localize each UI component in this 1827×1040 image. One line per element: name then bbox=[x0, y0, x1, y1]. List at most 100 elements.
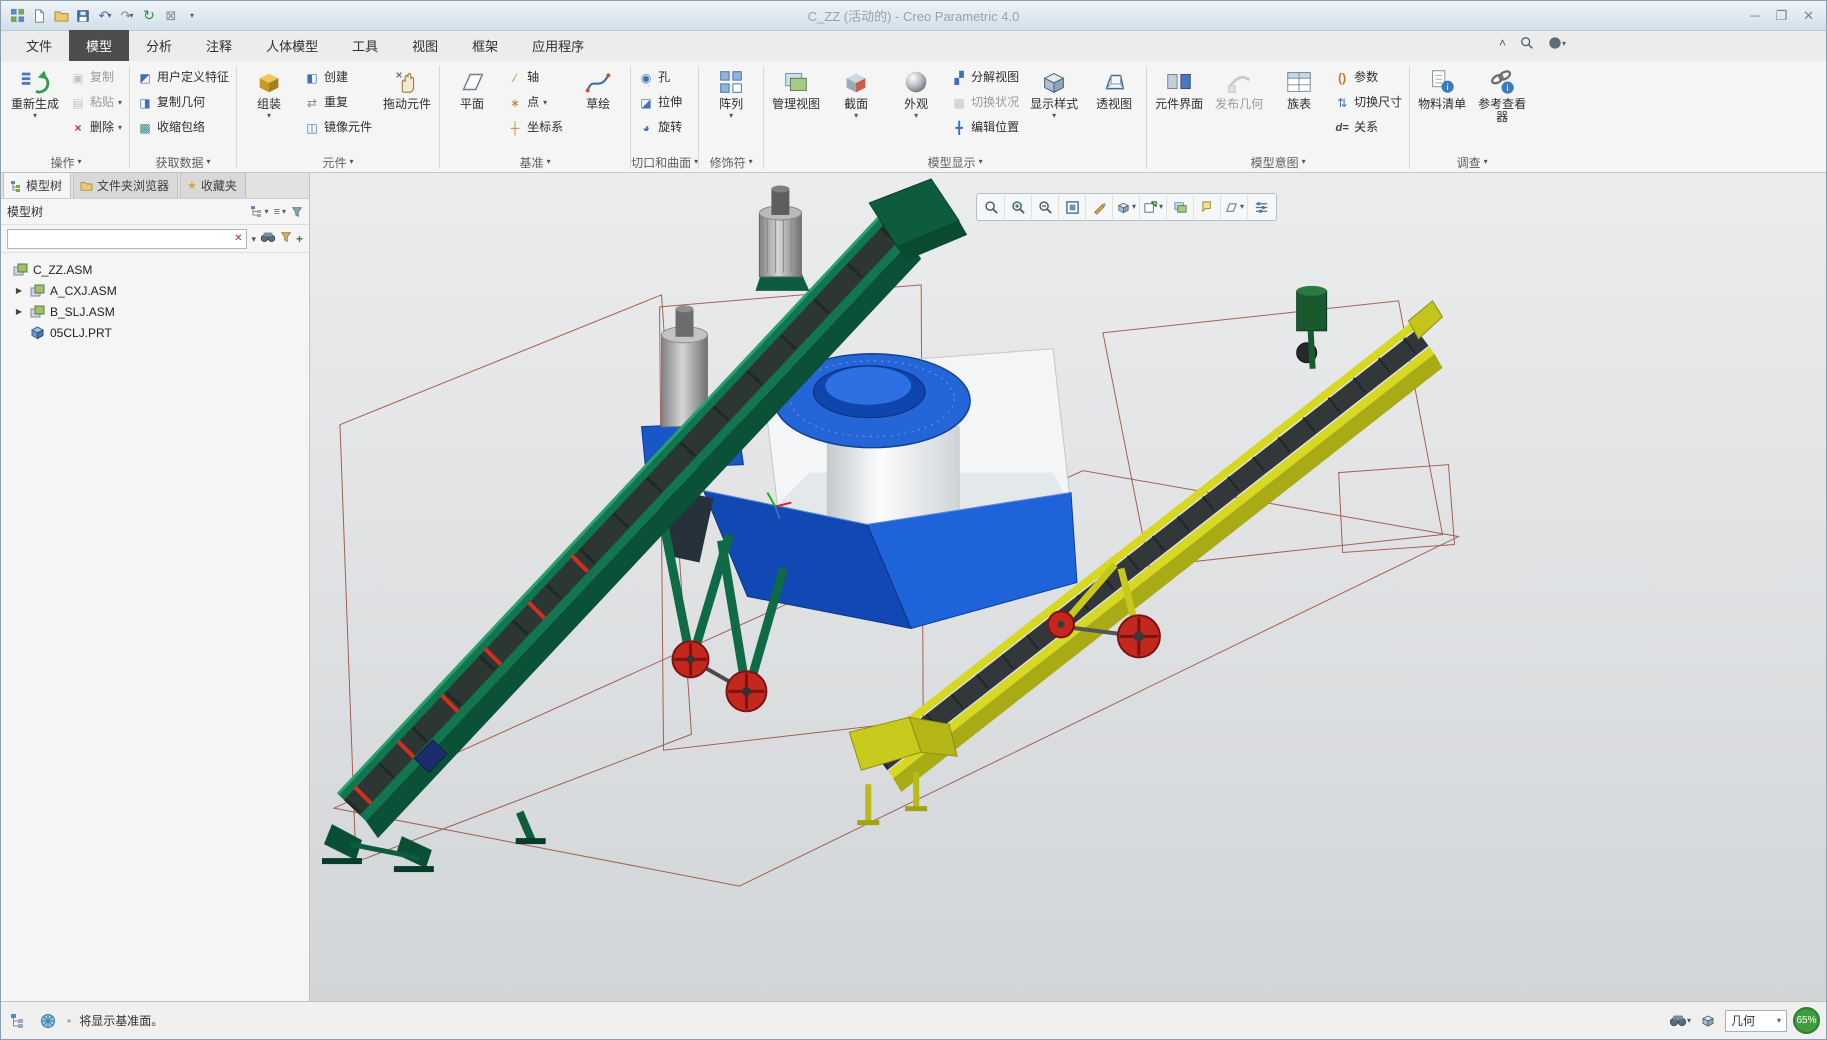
display-style-button[interactable]: 显示样式 ▾ bbox=[1025, 65, 1083, 149]
edit-position-button[interactable]: ╋ 编辑位置 bbox=[947, 115, 1023, 140]
tab-file[interactable]: 文件 bbox=[9, 30, 69, 61]
family-table-button[interactable]: 族表 bbox=[1270, 65, 1328, 149]
parameters-button[interactable]: () 参数 bbox=[1330, 65, 1406, 90]
exploded-view-button[interactable]: ▞ 分解视图 bbox=[947, 65, 1023, 90]
shrinkwrap-button[interactable]: ▩ 收缩包络 bbox=[133, 115, 233, 140]
close-window-icon[interactable]: ⊠ bbox=[161, 6, 181, 26]
connection-menu-icon[interactable]: ▾ bbox=[1548, 36, 1566, 50]
appearance-button[interactable]: 外观 ▾ bbox=[887, 65, 945, 149]
tab-framework[interactable]: 框架 bbox=[455, 30, 515, 61]
extrude-button[interactable]: ◪ 拉伸 bbox=[634, 90, 686, 115]
datum-axis-button[interactable]: ∕ 轴 bbox=[503, 65, 567, 90]
command-search-icon[interactable] bbox=[1520, 36, 1534, 50]
sketch-button[interactable]: 草绘 bbox=[569, 65, 627, 149]
model-canvas[interactable] bbox=[310, 173, 1826, 1002]
chevron-down-icon[interactable]: ▾ bbox=[107, 11, 111, 20]
clear-search-icon[interactable]: ✕ bbox=[234, 233, 242, 244]
zoom-out-button[interactable] bbox=[1032, 195, 1059, 219]
tree-filter-button[interactable] bbox=[280, 231, 292, 246]
drag-components-button[interactable]: 拖动元件 bbox=[378, 65, 436, 149]
group-label-modifiers[interactable]: 修饰符▾ bbox=[699, 152, 763, 172]
close-button[interactable]: ✕ bbox=[1803, 8, 1814, 24]
regenerate-quick-icon[interactable]: ↻ bbox=[139, 6, 159, 26]
redo-icon[interactable]: ↷▾ bbox=[117, 6, 137, 26]
yellow-conveyor-wheel-small[interactable] bbox=[1048, 611, 1074, 637]
expand-arrow-icon[interactable]: ▶ bbox=[13, 286, 25, 295]
model-tree-toggle-button[interactable] bbox=[7, 1010, 29, 1032]
save-icon[interactable] bbox=[73, 6, 93, 26]
mirror-component-button[interactable]: ◫ 镜像元件 bbox=[300, 115, 376, 140]
display-style-button[interactable]: ▾ bbox=[1113, 195, 1140, 219]
undo-icon[interactable]: ↶▾ bbox=[95, 6, 115, 26]
customize-qat-icon[interactable]: ▾ bbox=[183, 6, 203, 26]
tab-tools[interactable]: 工具 bbox=[335, 30, 395, 61]
group-label-cut-surface[interactable]: 切口和曲面▾ bbox=[631, 152, 698, 172]
component-interface-button[interactable]: 元件界面 bbox=[1150, 65, 1208, 149]
group-label-investigate[interactable]: 调查▾ bbox=[1410, 152, 1534, 172]
tab-view[interactable]: 视图 bbox=[395, 30, 455, 61]
annotations-button[interactable] bbox=[1194, 195, 1221, 219]
green-conveyor-wheel[interactable] bbox=[673, 641, 709, 677]
group-label-model-display[interactable]: 模型显示▾ bbox=[764, 152, 1146, 172]
open-file-icon[interactable] bbox=[51, 6, 71, 26]
section-button[interactable]: 截面 ▾ bbox=[827, 65, 885, 149]
regenerate-button[interactable]: 重新生成 ▾ bbox=[6, 65, 64, 149]
minimize-ribbon-icon[interactable]: ˄ bbox=[1499, 36, 1506, 50]
saved-orientations-button[interactable]: ▾ bbox=[1140, 195, 1167, 219]
yellow-conveyor-wheel[interactable] bbox=[1118, 615, 1160, 657]
maximize-button[interactable]: ❐ bbox=[1775, 8, 1787, 24]
regeneration-status-badge[interactable]: 65% bbox=[1793, 1007, 1820, 1034]
udf-button[interactable]: ◩ 用户定义特征 bbox=[133, 65, 233, 90]
tab-annotate[interactable]: 注释 bbox=[189, 30, 249, 61]
tree-item[interactable]: ▶ B_SLJ.ASM bbox=[1, 301, 309, 322]
assemble-button[interactable]: 组装 ▾ bbox=[240, 65, 298, 149]
tab-model[interactable]: 模型 bbox=[69, 30, 129, 61]
copy-geometry-button[interactable]: ◨ 复制几何 bbox=[133, 90, 233, 115]
repeat-button[interactable]: ⇄ 重复 bbox=[300, 90, 376, 115]
graphics-area[interactable]: ▾ ▾ ▾ bbox=[310, 173, 1826, 1001]
repaint-button[interactable] bbox=[1086, 195, 1113, 219]
tab-applications[interactable]: 应用程序 bbox=[515, 30, 601, 61]
tab-analysis[interactable]: 分析 bbox=[129, 30, 189, 61]
find-binoculars-button[interactable]: ▾ bbox=[1669, 1010, 1691, 1032]
delete-button[interactable]: × 删除 ▾ bbox=[66, 115, 126, 140]
revolve-button[interactable]: ◕ 旋转 bbox=[634, 115, 686, 140]
new-file-icon[interactable] bbox=[29, 6, 49, 26]
switch-dimensions-button[interactable]: ⇅ 切换尺寸 bbox=[1330, 90, 1406, 115]
paste-button[interactable]: ▤ 粘贴 ▾ bbox=[66, 90, 126, 115]
pattern-button[interactable]: 阵列 ▾ bbox=[702, 65, 760, 149]
find-button[interactable] bbox=[260, 231, 276, 246]
chevron-down-icon[interactable]: ▾ bbox=[129, 11, 133, 20]
coordinate-system-button[interactable]: ┼ 坐标系 bbox=[503, 115, 567, 140]
search-history-dropdown[interactable]: ▾ bbox=[251, 235, 256, 243]
options-button[interactable] bbox=[1248, 195, 1275, 219]
show-options-button[interactable]: ≡ ▾ bbox=[274, 206, 286, 218]
tree-settings-button[interactable]: ▾ bbox=[250, 205, 269, 218]
tree-item[interactable]: ▶ A_CXJ.ASM bbox=[1, 280, 309, 301]
group-label-model-intent[interactable]: 模型意图▾ bbox=[1147, 152, 1409, 172]
copy-button[interactable]: ▣ 复制 bbox=[66, 65, 126, 90]
create-component-button[interactable]: ◧ 创建 bbox=[300, 65, 376, 90]
relations-button[interactable]: d= 关系 bbox=[1330, 115, 1406, 140]
bom-button[interactable]: i 物料清单 bbox=[1413, 65, 1471, 149]
tree-item-root[interactable]: C_ZZ.ASM bbox=[1, 259, 309, 280]
datum-plane-button[interactable]: 平面 bbox=[443, 65, 501, 149]
view-manager-button[interactable] bbox=[1167, 195, 1194, 219]
app-menu-icon[interactable] bbox=[7, 6, 27, 26]
search-text-field[interactable] bbox=[12, 232, 230, 246]
select-box-button[interactable] bbox=[1697, 1010, 1719, 1032]
toggle-status-button[interactable]: ▦ 切换状况 bbox=[947, 90, 1023, 115]
tab-favorites[interactable]: ★ 收藏夹 bbox=[180, 172, 246, 198]
add-filter-button[interactable]: + bbox=[296, 232, 303, 246]
tree-item[interactable]: 05CLJ.PRT bbox=[1, 322, 309, 343]
datum-display-button[interactable]: ▾ bbox=[1221, 195, 1248, 219]
zoom-in-button[interactable] bbox=[1005, 195, 1032, 219]
selection-filter-dropdown[interactable]: 几何 ▾ bbox=[1725, 1010, 1787, 1032]
hole-button[interactable]: ◉ 孔 bbox=[634, 65, 686, 90]
group-label-component[interactable]: 元件▾ bbox=[237, 152, 439, 172]
tab-folder-browser[interactable]: 文件夹浏览器 bbox=[73, 172, 178, 198]
manage-views-button[interactable]: 管理视图 bbox=[767, 65, 825, 149]
green-conveyor-wheel[interactable] bbox=[726, 671, 766, 711]
zoom-window-button[interactable] bbox=[978, 195, 1005, 219]
perspective-button[interactable]: 透视图 bbox=[1085, 65, 1143, 149]
